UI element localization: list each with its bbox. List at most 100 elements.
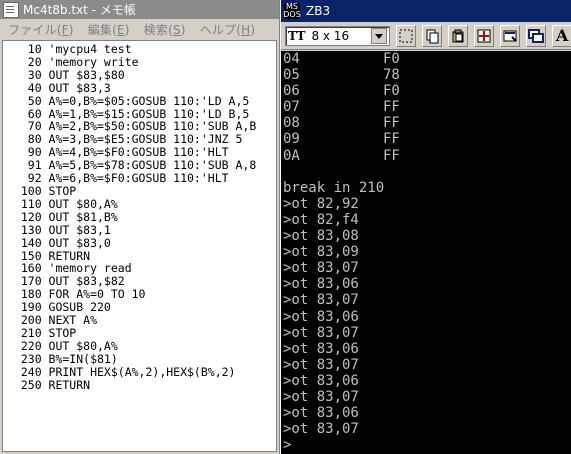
copy-icon[interactable] (422, 24, 443, 47)
fullscreen-icon[interactable] (474, 24, 495, 47)
truetype-icon: TT (288, 28, 306, 43)
menu-help-suffix: ) (250, 22, 256, 37)
menu-file-hotkey: F (61, 22, 69, 37)
code-lines: 10 'mycpu4 test 20 'memory write 30 OUT … (3, 41, 276, 393)
console-line: >ot 82,92 (283, 195, 359, 212)
menu-edit-suffix: ) (124, 22, 130, 37)
console-titlebar[interactable]: MS DOS ZB3 (281, 0, 571, 22)
code-line: 220 OUT $80,A% (7, 338, 118, 353)
memory-addr: 05 (283, 67, 300, 84)
menu-search-hotkey: S (172, 22, 181, 37)
memory-row: 04 F0 (283, 51, 400, 67)
console-line: >ot 83,09 (283, 244, 359, 261)
memory-val: FF (383, 131, 400, 148)
code-line: 180 FOR A%=0 TO 10 (7, 287, 146, 302)
code-line: 40 OUT $83,3 (7, 80, 111, 95)
code-line: 91 A%=5,B%=$78:GOSUB 110:'SUB A,8 (7, 158, 257, 173)
code-line: 20 'memory write (7, 54, 139, 69)
console-toolbar: TT 8 x 16 A (281, 22, 571, 50)
memory-val: F0 (383, 51, 400, 67)
console-line: break in 210 (283, 179, 385, 196)
memory-row: 07 FF (283, 99, 400, 115)
console-title: ZB3 (306, 4, 331, 18)
console-line: >ot 83,08 (283, 228, 359, 245)
code-line: 170 OUT $83,$82 (7, 274, 125, 289)
memory-val: FF (383, 147, 400, 164)
code-line: 190 GOSUB 220 (7, 300, 111, 315)
code-line: 250 RETURN (7, 377, 91, 392)
memory-val: FF (383, 99, 400, 116)
code-line: 130 OUT $83,1 (7, 222, 111, 237)
code-line: 30 OUT $83,$80 (7, 67, 125, 82)
console-line: >ot 83,07 (283, 356, 359, 373)
code-line: 10 'mycpu4 test (7, 42, 132, 56)
paste-icon[interactable] (448, 24, 469, 47)
memory-addr: 07 (283, 99, 300, 116)
background-icon[interactable] (526, 24, 547, 47)
code-line: 160 'memory read (7, 261, 132, 276)
console-line: >ot 83,07 (283, 421, 359, 438)
console-output[interactable]: 04 F0 05 78 06 F0 07 FF 08 FF 09 FF 0A FF break… (281, 51, 571, 454)
select-icon[interactable] (396, 24, 417, 47)
code-line: 70 A%=2,B%=$50:GOSUB 110:'SUB A,B (7, 119, 257, 134)
memory-addr: 0A (283, 147, 300, 164)
console-line: >ot 83,07 (283, 292, 359, 309)
console-line: >ot 83,06 (283, 276, 359, 293)
code-line: 200 NEXT A% (7, 313, 98, 328)
chevron-down-icon[interactable] (371, 27, 388, 44)
memory-row: 08 FF (283, 115, 400, 131)
memory-row: 0A FF (283, 148, 400, 164)
console-line: >ot 83,06 (283, 340, 359, 357)
console-line: >ot 83,06 (283, 308, 359, 325)
memory-val: FF (383, 115, 400, 132)
notepad-text-area[interactable]: 10 'mycpu4 test 20 'memory write 30 OUT … (2, 40, 277, 452)
menu-help-label: ヘルプ( (199, 22, 242, 37)
menu-edit[interactable]: 編集(E) (88, 21, 130, 38)
console-line: >ot 83,07 (283, 324, 359, 341)
code-line: 80 A%=3,B%=$E5:GOSUB 110:'JNZ 5 (7, 132, 243, 147)
console-window: MS DOS ZB3 TT 8 x 16 A 04 F0 05 78 06 F0… (280, 0, 571, 454)
notepad-title: Mc4t8b.txt - メモ帳 (23, 3, 136, 17)
msdos-logo-icon: MS DOS (283, 2, 301, 19)
code-line: 240 PRINT HEX$(A%,2),HEX$(B%,2) (7, 364, 236, 379)
menu-search-label: 検索( (143, 22, 173, 37)
code-line: 230 B%=IN($81) (7, 351, 118, 366)
font-icon-label: A (555, 26, 569, 45)
console-line: >ot 83,06 (283, 372, 359, 389)
font-size-value: 8 x 16 (311, 28, 350, 43)
console-text: 04 F0 05 78 06 F0 07 FF 08 FF 09 FF 0A FF break… (281, 51, 571, 453)
console-line: >ot 83,06 (283, 405, 359, 422)
notepad-menubar: ファイル(F) 編集(E) 検索(S) ヘルプ(H) (0, 19, 279, 39)
notepad-titlebar[interactable]: Mc4t8b.txt - メモ帳 (0, 0, 279, 19)
code-line: 210 STOP (7, 325, 77, 340)
menu-edit-label: 編集( (87, 22, 117, 37)
code-line: 120 OUT $81,B% (7, 209, 118, 224)
code-line: 150 RETURN (7, 248, 91, 263)
menu-help[interactable]: ヘルプ(H) (200, 21, 256, 38)
font-size-select[interactable]: TT 8 x 16 (285, 25, 391, 46)
code-line: 60 A%=1,B%=$15:GOSUB 110:'LD B,5 (7, 106, 250, 121)
menu-file-label: ファイル( (8, 22, 62, 37)
memory-addr: 06 (283, 83, 300, 100)
notepad-window: Mc4t8b.txt - メモ帳 ファイル(F) 編集(E) 検索(S) ヘルプ… (0, 0, 280, 454)
font-icon[interactable]: A (552, 24, 571, 47)
console-line: >ot 83,07 (283, 260, 359, 277)
memory-addr: 08 (283, 115, 300, 132)
memory-val: F0 (383, 83, 400, 100)
memory-row: 09 FF (283, 131, 400, 147)
code-line: 90 A%=4,B%=$F0:GOSUB 110:'HLT (7, 145, 229, 160)
menu-file[interactable]: ファイル(F) (8, 21, 74, 38)
memory-row: 05 78 (283, 67, 400, 83)
code-line: 100 STOP (7, 183, 77, 198)
notepad-icon (3, 1, 19, 18)
properties-icon[interactable] (500, 24, 521, 47)
memory-addr: 04 (283, 51, 300, 67)
code-line: 140 OUT $83,0 (7, 235, 111, 250)
menu-search-suffix: ) (180, 22, 186, 37)
code-line: 50 A%=0,B%=$05:GOSUB 110:'LD A,5 (7, 93, 250, 108)
menu-file-suffix: ) (68, 22, 74, 37)
memory-row: 06 F0 (283, 83, 400, 99)
memory-val: 78 (383, 67, 400, 84)
menu-search[interactable]: 検索(S) (144, 21, 186, 38)
console-line: >ot 82,f4 (283, 211, 359, 228)
